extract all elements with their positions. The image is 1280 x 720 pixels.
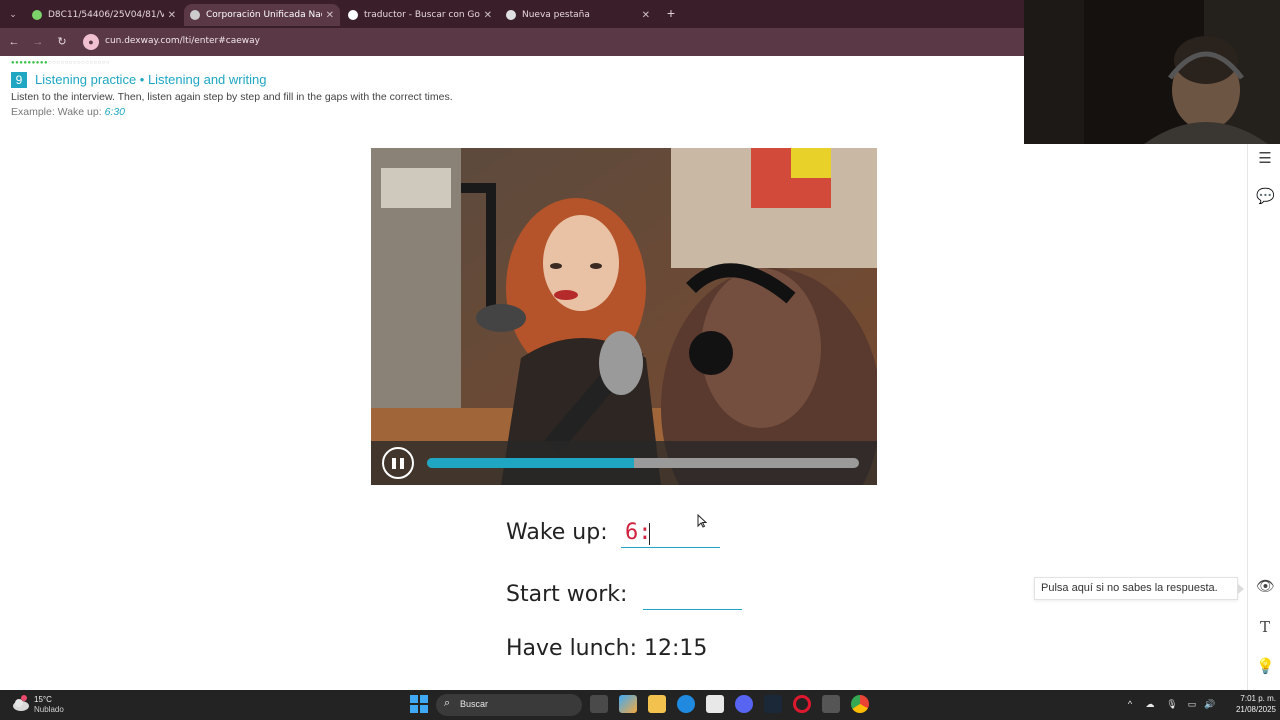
browser-tab-bar: ⌄ D8C11/54406/25V04/81/VPC61 ✕ Corporaci… bbox=[0, 0, 1024, 28]
tab-favicon-icon bbox=[190, 10, 200, 20]
tab-favicon-icon bbox=[32, 10, 42, 20]
tab-close-icon[interactable]: ✕ bbox=[484, 10, 492, 21]
taskbar-search-box[interactable]: ⌕ Buscar bbox=[436, 694, 582, 716]
text-size-icon[interactable]: T bbox=[1256, 618, 1274, 636]
pause-icon bbox=[392, 458, 396, 469]
pause-button[interactable] bbox=[382, 447, 414, 479]
microphone-icon[interactable]: ● bbox=[83, 34, 99, 50]
new-tab-button[interactable]: + bbox=[664, 5, 678, 21]
tab-title: traductor - Buscar con Google bbox=[364, 10, 480, 20]
eye-icon[interactable]: 👁 bbox=[1256, 578, 1275, 596]
file-explorer-icon[interactable] bbox=[648, 695, 666, 713]
task-view-icon[interactable] bbox=[590, 695, 608, 713]
tab-favicon-icon bbox=[506, 10, 516, 20]
example-text: Example: Wake up: 6:30 bbox=[11, 106, 125, 118]
weather-temperature: 15°C bbox=[34, 695, 52, 704]
google-favicon-icon bbox=[348, 10, 358, 20]
browser-address-bar: ← → ↻ ● cun.dexway.com/lti/enter#caeway bbox=[0, 28, 1024, 56]
tab-search-chevron-icon[interactable]: ⌄ bbox=[6, 7, 20, 21]
tab-title: D8C11/54406/25V04/81/VPC61 bbox=[48, 10, 164, 20]
onedrive-cloud-icon[interactable]: ☁ bbox=[1144, 698, 1156, 710]
tab-title: Nueva pestaña bbox=[522, 10, 590, 20]
search-icon: ⌕ bbox=[444, 697, 451, 709]
edge-browser-icon[interactable] bbox=[677, 695, 695, 713]
network-icon[interactable]: ▭ bbox=[1186, 698, 1198, 710]
example-label: Example: Wake up: bbox=[11, 106, 105, 118]
cloud-weather-icon[interactable] bbox=[12, 695, 30, 713]
right-toolbar: ☰ 💬 👁 T 💡 bbox=[1247, 144, 1280, 690]
browser-tab[interactable]: Nueva pestaña ✕ bbox=[500, 4, 656, 26]
wake-up-label: Wake up: bbox=[506, 520, 608, 545]
copilot-icon[interactable] bbox=[619, 695, 637, 713]
pause-icon-bar bbox=[400, 458, 404, 469]
video-controls bbox=[371, 441, 877, 485]
clock-date[interactable]: 21/08/2025 bbox=[1224, 705, 1276, 714]
start-work-input[interactable] bbox=[643, 580, 742, 610]
tooltip-arrow bbox=[1238, 584, 1244, 594]
video-frame-image bbox=[371, 148, 877, 485]
tab-title: Corporación Unificada Nac bbox=[206, 10, 322, 20]
forward-arrow-icon[interactable]: → bbox=[30, 34, 46, 50]
chat-icon[interactable]: 💬 bbox=[1256, 188, 1275, 206]
search-placeholder: Buscar bbox=[460, 699, 489, 709]
lesson-progress-dots: ●●●●●●●●●○○○○○○○○○○○○○○○ bbox=[11, 60, 110, 66]
windows-start-button[interactable] bbox=[410, 695, 428, 713]
settings-gear-icon[interactable] bbox=[822, 695, 840, 713]
browser-tab[interactable]: traductor - Buscar con Google ✕ bbox=[342, 4, 498, 26]
steam-icon[interactable] bbox=[764, 695, 782, 713]
mouse-pointer-icon bbox=[697, 514, 707, 528]
discord-icon[interactable] bbox=[735, 695, 753, 713]
webcam-feed-image bbox=[1024, 0, 1280, 144]
clock-time[interactable]: 7:01 p. m. bbox=[1224, 694, 1276, 703]
video-seek-bar[interactable] bbox=[427, 458, 859, 468]
video-player[interactable] bbox=[371, 148, 877, 485]
weather-description: Nublado bbox=[34, 705, 64, 714]
menu-icon[interactable]: ☰ bbox=[1256, 150, 1274, 168]
webcam-overlay bbox=[1024, 0, 1280, 144]
lesson-instructions: Listen to the interview. Then, listen ag… bbox=[11, 91, 453, 103]
browser-tab-active[interactable]: Corporación Unificada Nac ✕ bbox=[184, 4, 340, 26]
tray-chevron-up-icon[interactable]: ^ bbox=[1124, 698, 1136, 710]
microsoft-store-icon[interactable] bbox=[706, 695, 724, 713]
tab-close-icon[interactable]: ✕ bbox=[642, 10, 650, 21]
have-lunch-label: Have lunch: 12:15 bbox=[506, 636, 708, 661]
text-caret bbox=[649, 523, 650, 545]
tab-close-icon[interactable]: ✕ bbox=[168, 10, 176, 21]
start-work-label: Start work: bbox=[506, 582, 628, 607]
example-value: 6:30 bbox=[104, 106, 126, 118]
microphone-tray-icon[interactable]: 🎙 bbox=[1166, 698, 1178, 710]
hint-tooltip: Pulsa aquí si no sabes la respuesta. bbox=[1034, 577, 1238, 600]
lesson-number-badge: 9 bbox=[11, 72, 27, 88]
video-seek-progress bbox=[427, 458, 635, 468]
windows-taskbar: 15°C Nublado ⌕ Buscar ^ ☁ 🎙 ▭ 🔊 7:01 p. … bbox=[0, 690, 1280, 720]
opera-icon[interactable] bbox=[793, 695, 811, 713]
reload-icon[interactable]: ↻ bbox=[54, 34, 70, 50]
volume-icon[interactable]: 🔊 bbox=[1204, 698, 1216, 710]
lesson-title: Listening practice • Listening and writi… bbox=[35, 72, 267, 87]
progress-dot: ○ bbox=[105, 60, 110, 66]
back-arrow-icon[interactable]: ← bbox=[6, 34, 22, 50]
lightbulb-icon[interactable]: 💡 bbox=[1256, 658, 1275, 676]
browser-tab[interactable]: D8C11/54406/25V04/81/VPC61 ✕ bbox=[26, 4, 182, 26]
tab-close-icon[interactable]: ✕ bbox=[326, 10, 334, 21]
url-field[interactable]: cun.dexway.com/lti/enter#caeway bbox=[105, 36, 260, 46]
chrome-icon[interactable] bbox=[851, 695, 869, 713]
